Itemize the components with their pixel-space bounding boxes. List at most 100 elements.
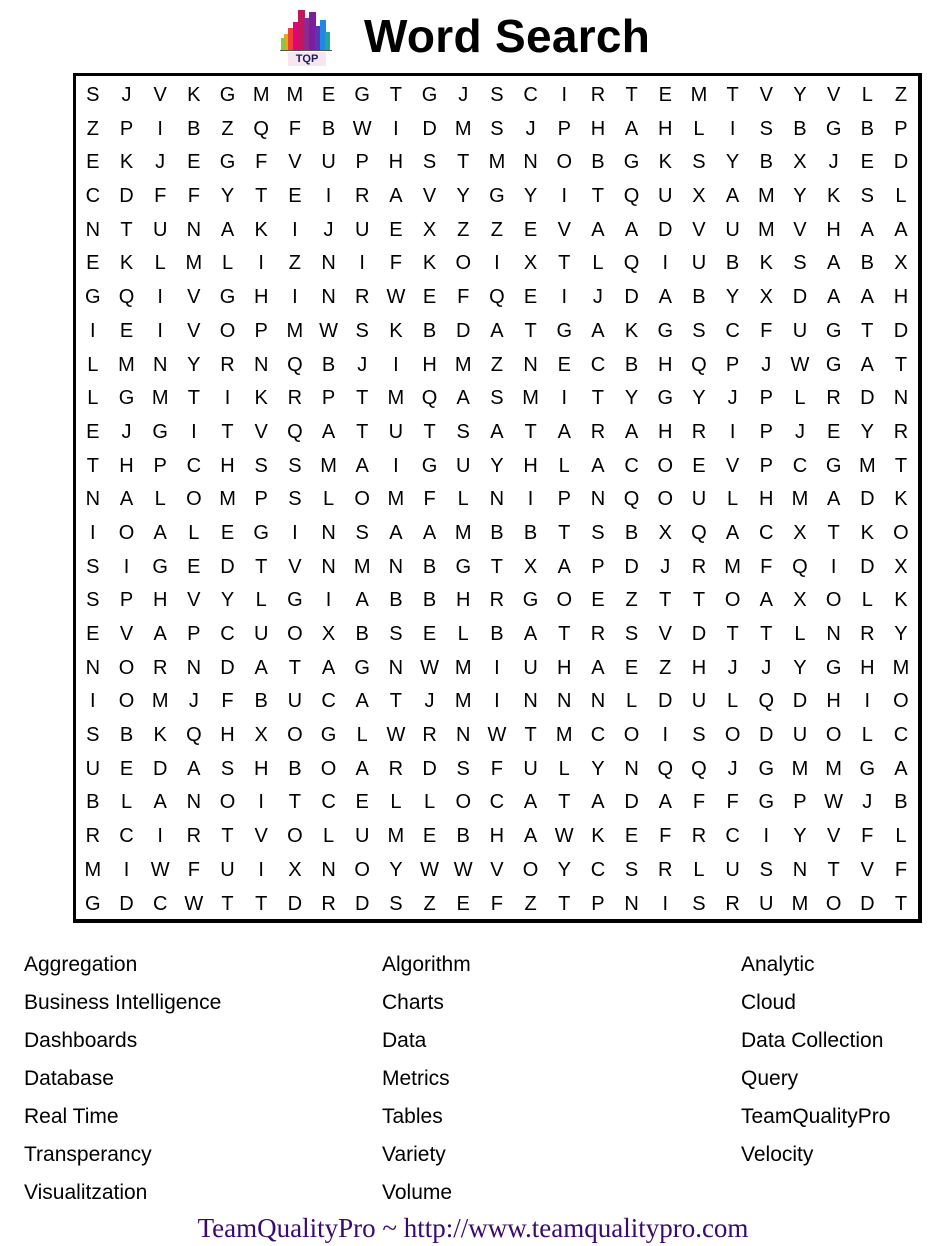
grid-cell[interactable]: J (446, 79, 480, 113)
grid-cell[interactable]: Q (615, 180, 649, 214)
grid-cell[interactable]: N (312, 517, 346, 551)
grid-cell[interactable]: Y (850, 416, 884, 450)
grid-cell[interactable]: Z (514, 888, 548, 922)
grid-cell[interactable]: I (749, 820, 783, 854)
grid-cell[interactable]: I (850, 685, 884, 719)
grid-cell[interactable]: G (514, 584, 548, 618)
grid-cell[interactable]: O (278, 820, 312, 854)
grid-cell[interactable]: D (413, 113, 447, 147)
grid-cell[interactable]: A (716, 180, 750, 214)
grid-cell[interactable]: I (716, 416, 750, 450)
grid-cell[interactable]: G (817, 450, 851, 484)
grid-cell[interactable]: D (682, 618, 716, 652)
grid-cell[interactable]: G (345, 79, 379, 113)
grid-cell[interactable]: D (749, 719, 783, 753)
grid-cell[interactable]: W (413, 652, 447, 686)
grid-cell[interactable]: P (345, 146, 379, 180)
grid-cell[interactable]: D (884, 315, 918, 349)
grid-cell[interactable]: B (76, 786, 110, 820)
grid-cell[interactable]: K (244, 214, 278, 248)
grid-cell[interactable]: C (783, 450, 817, 484)
grid-cell[interactable]: U (682, 483, 716, 517)
grid-cell[interactable]: A (817, 483, 851, 517)
grid-cell[interactable]: L (345, 719, 379, 753)
grid-cell[interactable]: L (312, 483, 346, 517)
grid-cell[interactable]: L (682, 854, 716, 888)
grid-cell[interactable]: H (648, 349, 682, 383)
grid-cell[interactable]: A (514, 820, 548, 854)
grid-cell[interactable]: A (480, 315, 514, 349)
grid-cell[interactable]: A (143, 786, 177, 820)
grid-cell[interactable]: T (615, 79, 649, 113)
grid-cell[interactable]: O (547, 146, 581, 180)
grid-cell[interactable]: H (244, 281, 278, 315)
grid-cell[interactable]: F (716, 786, 750, 820)
grid-cell[interactable]: C (581, 719, 615, 753)
grid-cell[interactable]: M (76, 854, 110, 888)
grid-cell[interactable]: R (682, 416, 716, 450)
grid-cell[interactable]: T (278, 786, 312, 820)
grid-cell[interactable]: E (76, 416, 110, 450)
grid-cell[interactable]: Y (615, 382, 649, 416)
grid-cell[interactable]: D (783, 281, 817, 315)
grid-cell[interactable]: S (446, 416, 480, 450)
grid-cell[interactable]: H (547, 652, 581, 686)
grid-cell[interactable]: O (345, 854, 379, 888)
grid-cell[interactable]: T (547, 786, 581, 820)
grid-cell[interactable]: S (850, 180, 884, 214)
grid-cell[interactable]: H (211, 719, 245, 753)
grid-cell[interactable]: J (143, 146, 177, 180)
grid-cell[interactable]: G (749, 786, 783, 820)
grid-cell[interactable]: Q (749, 685, 783, 719)
grid-cell[interactable]: I (716, 113, 750, 147)
grid-cell[interactable]: Y (446, 180, 480, 214)
grid-cell[interactable]: O (446, 786, 480, 820)
grid-cell[interactable]: T (446, 146, 480, 180)
grid-cell[interactable]: K (110, 247, 144, 281)
grid-cell[interactable]: G (749, 753, 783, 787)
grid-cell[interactable]: L (110, 786, 144, 820)
grid-cell[interactable]: E (514, 281, 548, 315)
grid-cell[interactable]: I (278, 517, 312, 551)
grid-cell[interactable]: V (648, 618, 682, 652)
grid-cell[interactable]: E (850, 146, 884, 180)
grid-cell[interactable]: Y (177, 349, 211, 383)
grid-cell[interactable]: U (682, 247, 716, 281)
grid-cell[interactable]: I (110, 551, 144, 585)
grid-cell[interactable]: O (110, 685, 144, 719)
grid-cell[interactable]: R (211, 349, 245, 383)
grid-cell[interactable]: E (615, 652, 649, 686)
grid-cell[interactable]: J (413, 685, 447, 719)
grid-cell[interactable]: M (749, 214, 783, 248)
grid-cell[interactable]: D (884, 146, 918, 180)
grid-cell[interactable]: N (76, 652, 110, 686)
grid-cell[interactable]: B (345, 618, 379, 652)
grid-cell[interactable]: E (446, 888, 480, 922)
grid-cell[interactable]: E (817, 416, 851, 450)
grid-cell[interactable]: M (783, 753, 817, 787)
grid-cell[interactable]: I (547, 382, 581, 416)
grid-cell[interactable]: B (581, 146, 615, 180)
grid-cell[interactable]: J (581, 281, 615, 315)
grid-cell[interactable]: A (850, 214, 884, 248)
grid-cell[interactable]: F (177, 180, 211, 214)
grid-cell[interactable]: T (514, 719, 548, 753)
grid-cell[interactable]: B (716, 247, 750, 281)
grid-cell[interactable]: R (581, 79, 615, 113)
grid-cell[interactable]: M (110, 349, 144, 383)
grid-cell[interactable]: L (76, 349, 110, 383)
grid-cell[interactable]: L (716, 685, 750, 719)
grid-cell[interactable]: X (413, 214, 447, 248)
grid-cell[interactable]: S (446, 753, 480, 787)
grid-cell[interactable]: U (211, 854, 245, 888)
grid-cell[interactable]: I (480, 685, 514, 719)
grid-cell[interactable]: T (211, 820, 245, 854)
grid-cell[interactable]: N (312, 247, 346, 281)
grid-cell[interactable]: O (110, 652, 144, 686)
grid-cell[interactable]: R (413, 719, 447, 753)
grid-cell[interactable]: A (514, 786, 548, 820)
grid-cell[interactable]: W (177, 888, 211, 922)
grid-cell[interactable]: Z (480, 214, 514, 248)
grid-cell[interactable]: Y (514, 180, 548, 214)
grid-cell[interactable]: X (884, 247, 918, 281)
